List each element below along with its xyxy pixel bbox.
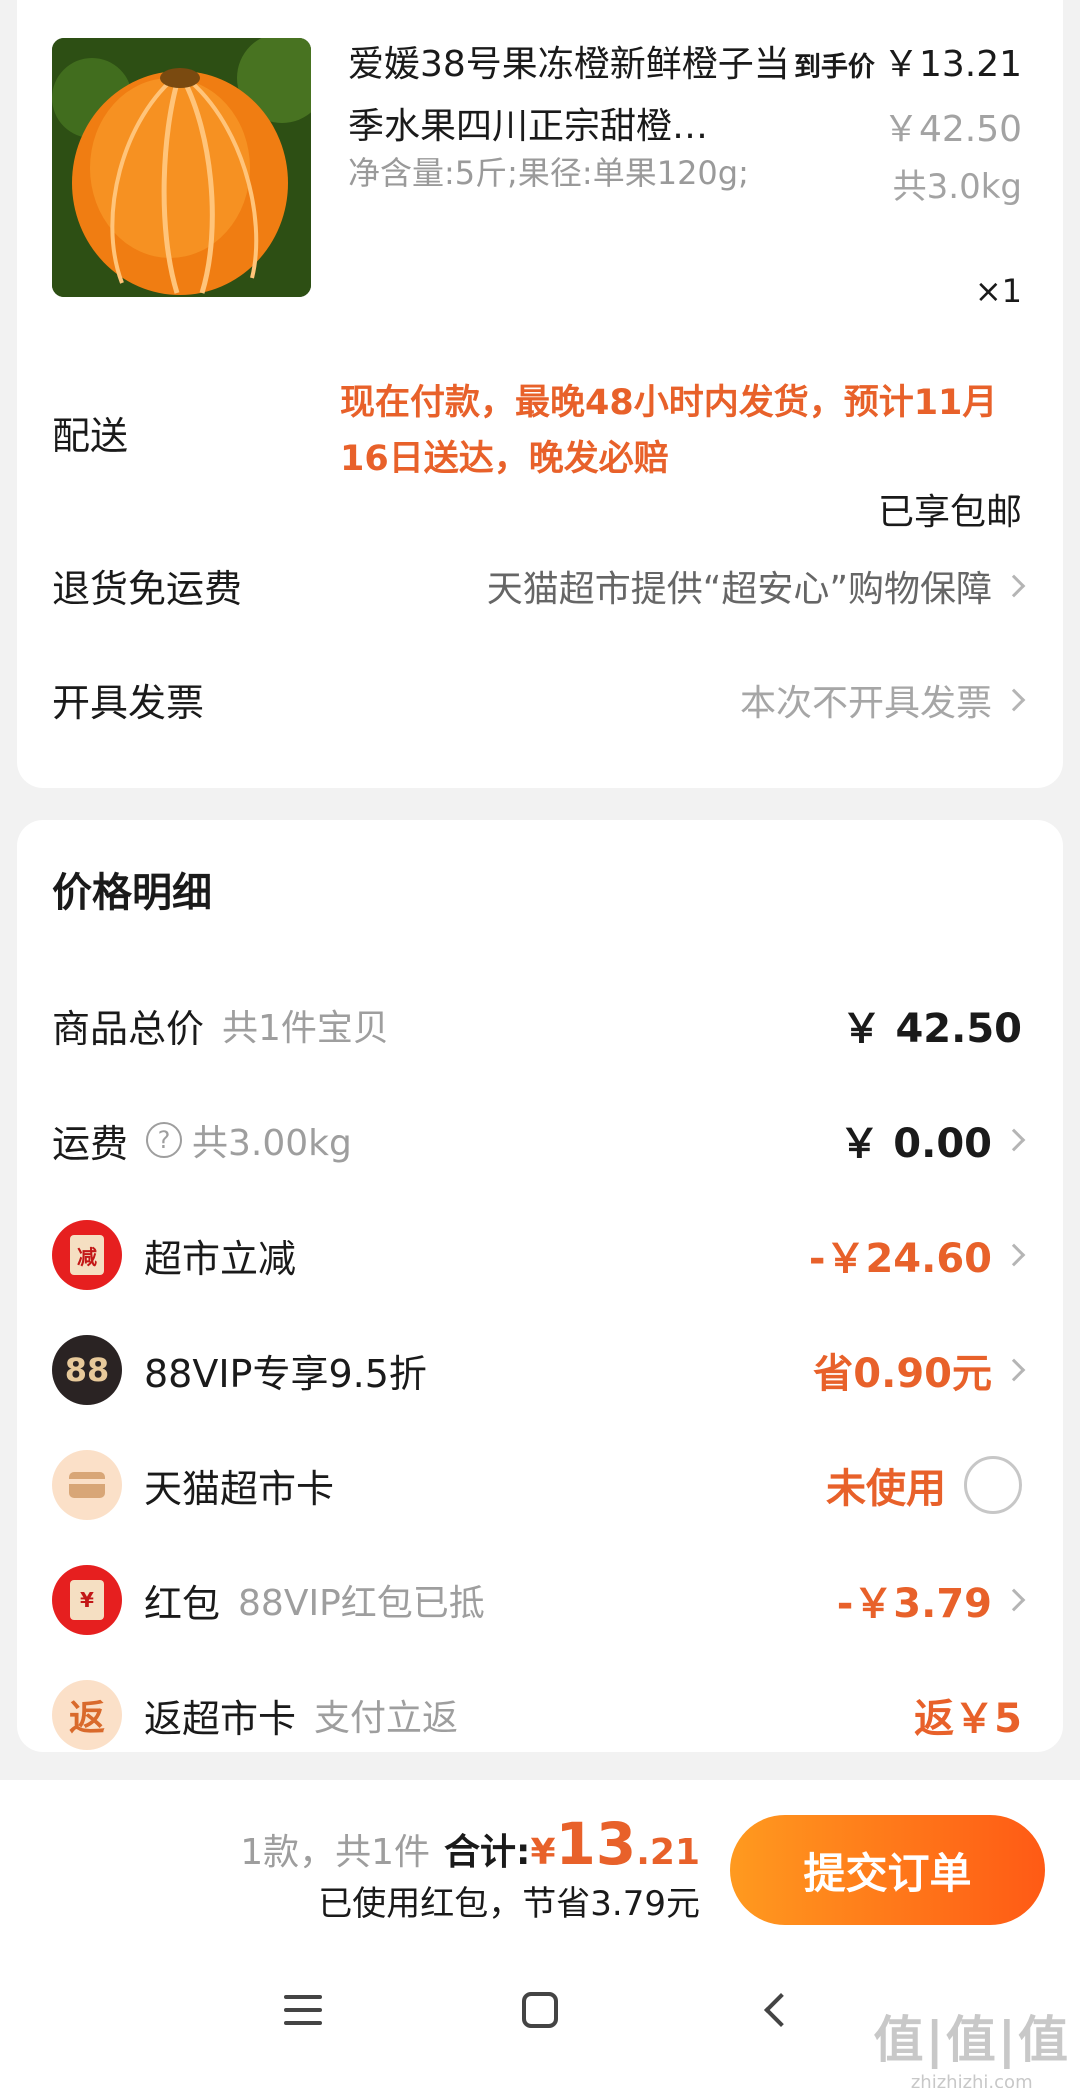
goods-total-sub: 共1件宝贝 xyxy=(222,1008,389,1049)
goods-total-amount: ￥ 42.50 xyxy=(841,1006,1022,1052)
vip-row[interactable]: 88 88VIP专享9.5折 省0.90元 xyxy=(17,1330,1063,1410)
market-discount-label: 超市立减 xyxy=(144,1236,297,1281)
delivery-note: 现在付款，最晚48小时内发货，预计11月16日送达，晚发必赔 xyxy=(340,383,998,479)
cashback-sub: 支付立返 xyxy=(314,1698,459,1739)
home-icon xyxy=(522,1992,558,2028)
watermark: 值|值|值 zhizhizhi.com xyxy=(873,2000,1070,2088)
cashback-amount: 返￥5 xyxy=(914,1696,1022,1742)
delivery-label: 配送 xyxy=(52,414,129,458)
chevron-right-icon xyxy=(1002,1128,1026,1152)
item-count: 1款，共1件 xyxy=(240,1832,431,1873)
market-card-status: 未使用 xyxy=(826,1466,946,1512)
red-packet-row[interactable]: ¥ 红包 88VIP红包已抵 -￥3.79 xyxy=(17,1560,1063,1640)
red-packet-sub: 88VIP红包已抵 xyxy=(238,1583,485,1624)
price-detail-card: 价格明细 商品总价 共1件宝贝 ￥ 42.50 运费 ? 共3.00kg ￥ 0… xyxy=(17,820,1063,1752)
vip-label: 88VIP专享9.5折 xyxy=(144,1351,427,1396)
return-shipping-value: 天猫超市提供“超安心”购物保障 xyxy=(486,569,992,610)
market-discount-row[interactable]: 减 超市立减 -￥24.60 xyxy=(17,1215,1063,1295)
card-icon xyxy=(52,1450,122,1520)
chevron-right-icon xyxy=(1002,1588,1026,1612)
final-price: 到手价 ￥13.21 xyxy=(794,34,1022,99)
back-icon xyxy=(764,1993,798,2027)
checkout-bar: 1款，共1件 合计: ¥ 13 .21 已使用红包，节省3.79元 提交订单 xyxy=(0,1780,1080,1930)
submit-order-button[interactable]: 提交订单 xyxy=(730,1815,1045,1925)
price-column: 到手价 ￥13.21 ￥42.50 共3.0kg xyxy=(794,34,1022,213)
red-packet-icon: ¥ xyxy=(52,1565,122,1635)
total-label: 合计: xyxy=(444,1832,531,1873)
home-button[interactable] xyxy=(500,1980,580,2040)
invoice-value: 本次不开具发票 xyxy=(739,683,992,724)
invoice-label: 开具发票 xyxy=(52,681,205,725)
shipping-amount: ￥ 0.00 xyxy=(839,1121,992,1167)
total-decimal: .21 xyxy=(636,1832,700,1873)
orange-image xyxy=(52,38,311,297)
help-icon[interactable]: ? xyxy=(146,1122,183,1158)
chevron-right-icon xyxy=(1002,1243,1026,1267)
final-price-tag: 到手价 xyxy=(793,52,875,83)
product-spec: 净含量:5斤;果径:单果120g; xyxy=(348,154,749,192)
cashback-row: 返 返超市卡 支付立返 返￥5 xyxy=(17,1675,1063,1755)
discount-icon: 减 xyxy=(52,1220,122,1290)
red-packet-label: 红包 xyxy=(144,1581,221,1626)
return-shipping-label: 退货免运费 xyxy=(52,567,243,611)
market-card-label: 天猫超市卡 xyxy=(144,1466,335,1511)
market-card-radio[interactable] xyxy=(964,1456,1022,1514)
vip-amount: 省0.90元 xyxy=(813,1351,992,1397)
goods-total-label: 商品总价 xyxy=(52,1006,205,1051)
price-detail-title: 价格明细 xyxy=(52,870,212,916)
cashback-icon: 返 xyxy=(52,1680,122,1750)
product-image[interactable] xyxy=(52,38,311,297)
product-title[interactable]: 爱媛38号果冻橙新鲜橙子当季水果四川正宗甜橙… xyxy=(348,34,808,158)
goods-total-row: 商品总价 共1件宝贝 ￥ 42.50 xyxy=(17,985,1063,1065)
original-price: ￥42.50 xyxy=(882,109,1022,150)
watermark-url: zhizhizhi.com xyxy=(910,2072,1033,2088)
free-shipping-text: 已享包邮 xyxy=(877,492,1022,533)
recent-apps-button[interactable] xyxy=(263,1980,343,2040)
total-currency: ¥ xyxy=(530,1832,556,1873)
market-discount-amount: -￥24.60 xyxy=(808,1236,992,1282)
red-packet-amount: -￥3.79 xyxy=(836,1581,992,1627)
shipping-weight: 共3.00kg xyxy=(192,1123,352,1164)
return-shipping-row[interactable]: 天猫超市提供“超安心”购物保障 xyxy=(486,560,1026,612)
total-weight: 共3.0kg xyxy=(892,167,1022,207)
chevron-right-icon xyxy=(1002,574,1026,598)
chevron-right-icon xyxy=(1002,1358,1026,1382)
saved-text: 已使用红包，节省3.79元 xyxy=(318,1884,700,1924)
invoice-row[interactable]: 本次不开具发票 xyxy=(739,674,1026,726)
quantity: ×1 xyxy=(974,272,1022,310)
shipping-label: 运费 xyxy=(52,1121,129,1166)
back-button[interactable] xyxy=(735,1980,815,2040)
vip-88-icon: 88 xyxy=(52,1335,122,1405)
total-integer: 13 xyxy=(555,1810,637,1878)
watermark-logo: 值|值|值 xyxy=(873,2011,1070,2069)
menu-icon xyxy=(284,1995,322,2025)
market-card-row[interactable]: 天猫超市卡 未使用 xyxy=(17,1445,1063,1525)
shipping-row[interactable]: 运费 ? 共3.00kg ￥ 0.00 xyxy=(17,1100,1063,1180)
final-price-value: ￥13.21 xyxy=(882,44,1022,85)
total-line: 1款，共1件 合计: ¥ 13 .21 xyxy=(240,1810,700,1878)
order-item-card: 爱媛38号果冻橙新鲜橙子当季水果四川正宗甜橙… 净含量:5斤;果径:单果120g… xyxy=(17,0,1063,788)
cashback-label: 返超市卡 xyxy=(144,1696,297,1741)
chevron-right-icon xyxy=(1002,688,1026,712)
